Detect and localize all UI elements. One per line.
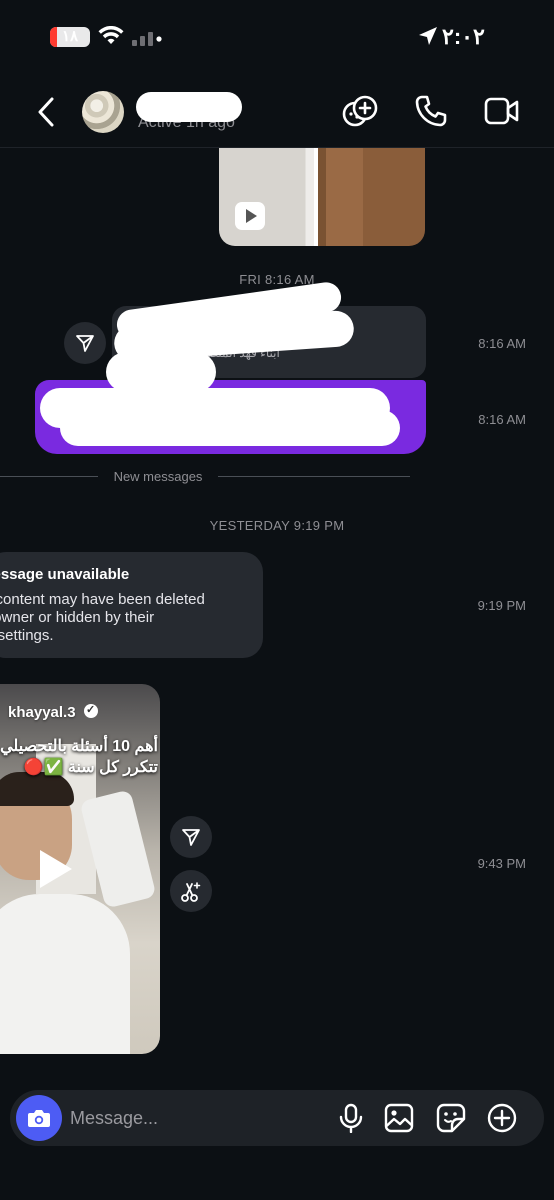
location-arrow-icon	[419, 27, 437, 45]
avatar[interactable]	[82, 91, 124, 133]
gallery-icon[interactable]	[384, 1103, 414, 1133]
reel-caption-line: تتكرر كل سنة ✅🔴	[23, 759, 158, 776]
unavailable-title: Message unavailable	[0, 566, 130, 583]
send-icon	[76, 335, 94, 352]
scissors-sparkle-icon	[181, 882, 201, 902]
message-input[interactable]	[70, 1100, 330, 1136]
reel-caption-line: أهم 10 أسئلة بالتحصيلي	[0, 738, 158, 755]
battery-percentage: ١٨	[61, 28, 79, 45]
unavailable-body: This content may have been deleted by it…	[0, 591, 213, 645]
battery-indicator: ١٨	[50, 27, 90, 47]
verified-badge-icon	[84, 703, 98, 718]
new-messages-label: New messages	[113, 469, 203, 484]
add-icon[interactable]	[487, 1103, 517, 1133]
chat-header: Active 1h ago	[0, 76, 554, 148]
date-separator: YESTERDAY 9:19 PM	[209, 518, 345, 533]
message-time: 8:16 AM	[478, 412, 526, 427]
camera-icon	[28, 1110, 50, 1127]
contact-info[interactable]: Active 1h ago	[134, 90, 244, 134]
status-bar: ١٨ ٢:٠٢	[0, 0, 554, 76]
video-message-thumbnail[interactable]	[219, 148, 425, 246]
cellular-signal-icon	[132, 32, 162, 46]
clock: ٢:٠٢	[442, 24, 485, 49]
play-icon[interactable]	[40, 850, 72, 888]
call-add-icon[interactable]	[342, 94, 378, 130]
back-icon[interactable]	[32, 94, 60, 130]
redacted-contact-name	[136, 92, 242, 122]
chat-screen: ١٨ ٢:٠٢ Active 1h ago FRI 8:16 AM 8:16 A…	[0, 0, 554, 1200]
send-icon	[182, 829, 200, 846]
reel-caption: أهم 10 أسئلة بالتحصيلي تتكرر كل سنة ✅🔴	[0, 736, 158, 778]
video-call-icon[interactable]	[484, 96, 520, 126]
remix-button[interactable]	[170, 870, 212, 912]
message-time: 9:19 PM	[477, 598, 526, 613]
reel-username: khayyal.3	[8, 704, 76, 721]
video-play-icon	[235, 202, 265, 230]
message-list[interactable]: FRI 8:16 AM ابناء فهد المنصور 8:16 AM 8:…	[0, 148, 554, 1088]
message-time: 8:16 AM	[478, 336, 526, 351]
share-button[interactable]	[170, 816, 212, 858]
unavailable-body-line: This content may have been deleted	[0, 591, 205, 608]
wifi-icon	[98, 26, 124, 44]
message-time: 9:43 PM	[477, 856, 526, 871]
camera-button[interactable]	[16, 1095, 62, 1141]
microphone-icon[interactable]	[338, 1103, 364, 1133]
unavailable-body-line: privacy settings.	[0, 627, 54, 644]
reel-person	[0, 894, 130, 1054]
phone-icon[interactable]	[414, 94, 448, 128]
message-composer	[10, 1090, 544, 1146]
redaction	[60, 410, 400, 446]
redaction	[106, 352, 216, 392]
share-button[interactable]	[64, 322, 106, 364]
date-separator: FRI 8:16 AM	[239, 272, 315, 287]
unavailable-body-line: by its owner or hidden by their	[0, 609, 155, 626]
sticker-icon[interactable]	[436, 1103, 466, 1133]
shared-reel[interactable]: khayyal.3 أهم 10 أسئلة بالتحصيلي تتكرر ك…	[0, 684, 160, 1054]
